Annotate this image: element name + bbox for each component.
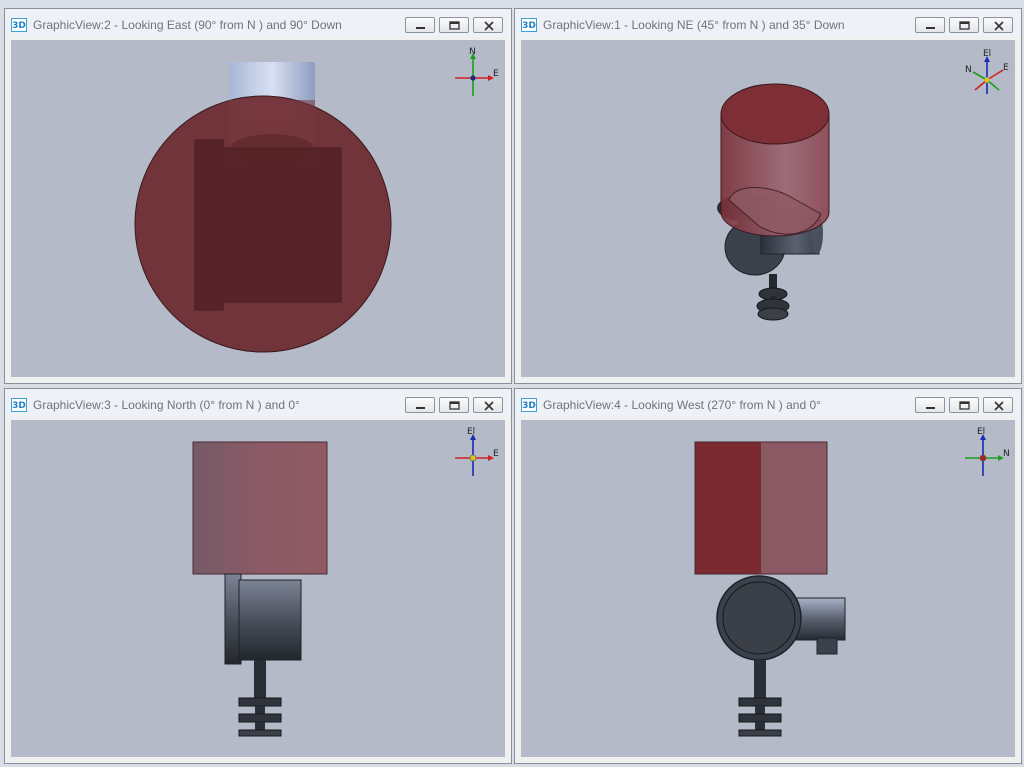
svg-text:N: N	[1003, 449, 1010, 459]
model-west-elevation	[694, 441, 846, 737]
svg-text:E: E	[493, 449, 499, 459]
orientation-triad-icon: N E	[455, 47, 499, 96]
close-icon	[484, 21, 494, 31]
minimize-button[interactable]	[405, 397, 435, 413]
3d-view-icon: 3D	[521, 398, 537, 412]
minimize-icon	[926, 27, 935, 29]
orientation-triad-icon: El N	[965, 427, 1010, 476]
svg-text:El: El	[467, 427, 475, 437]
minimize-icon	[416, 407, 425, 409]
view-title: GraphicView:2 - Looking East (90° from N…	[33, 18, 342, 32]
close-icon	[484, 401, 494, 411]
restore-icon	[449, 21, 460, 30]
minimize-button[interactable]	[405, 17, 435, 33]
graphic-viewport[interactable]: El N	[521, 420, 1015, 757]
3d-view-icon: 3D	[521, 18, 537, 32]
model-north-elevation	[192, 441, 328, 737]
close-button[interactable]	[473, 397, 503, 413]
close-button[interactable]	[983, 17, 1013, 33]
graphic-view-4-pane: 3D GraphicView:4 - Looking West (270° fr…	[514, 388, 1022, 764]
minimize-icon	[926, 407, 935, 409]
svg-text:El: El	[977, 427, 985, 437]
graphic-view-1-pane: 3D GraphicView:1 - Looking NE (45° from …	[514, 8, 1022, 384]
view-title: GraphicView:4 - Looking West (270° from …	[543, 398, 821, 412]
restore-icon	[959, 21, 970, 30]
restore-button[interactable]	[949, 397, 979, 413]
model-plan-view	[134, 62, 392, 353]
3d-view-icon: 3D	[11, 398, 27, 412]
restore-button[interactable]	[439, 397, 469, 413]
3d-view-icon: 3D	[11, 18, 27, 32]
restore-icon	[449, 401, 460, 410]
minimize-button[interactable]	[915, 17, 945, 33]
graphic-viewport[interactable]: El E	[11, 420, 505, 757]
graphic-view-3-pane: 3D GraphicView:3 - Looking North (0° fro…	[4, 388, 512, 764]
view-title: GraphicView:1 - Looking NE (45° from N )…	[543, 18, 845, 32]
close-icon	[994, 401, 1004, 411]
close-button[interactable]	[473, 17, 503, 33]
view-titlebar[interactable]: 3D GraphicView:1 - Looking NE (45° from …	[515, 9, 1021, 37]
svg-text:N: N	[469, 47, 476, 57]
minimize-icon	[416, 27, 425, 29]
svg-text:El: El	[983, 49, 991, 59]
restore-icon	[959, 401, 970, 410]
close-button[interactable]	[983, 397, 1013, 413]
restore-button[interactable]	[949, 17, 979, 33]
close-icon	[994, 21, 1004, 31]
graphic-viewport[interactable]: N E	[11, 40, 505, 377]
model-isometric-view	[717, 83, 830, 321]
svg-text:E: E	[1003, 63, 1009, 73]
view-titlebar[interactable]: 3D GraphicView:3 - Looking North (0° fro…	[5, 389, 511, 417]
svg-text:E: E	[493, 69, 499, 79]
graphic-viewport[interactable]: El N E	[521, 40, 1015, 377]
orientation-triad-icon: El N E	[965, 49, 1009, 94]
view-title: GraphicView:3 - Looking North (0° from N…	[33, 398, 300, 412]
view-titlebar[interactable]: 3D GraphicView:2 - Looking East (90° fro…	[5, 9, 511, 37]
restore-button[interactable]	[439, 17, 469, 33]
orientation-triad-icon: El E	[455, 427, 499, 476]
svg-text:N: N	[965, 65, 972, 75]
view-titlebar[interactable]: 3D GraphicView:4 - Looking West (270° fr…	[515, 389, 1021, 417]
graphic-view-2-pane: 3D GraphicView:2 - Looking East (90° fro…	[4, 8, 512, 384]
minimize-button[interactable]	[915, 397, 945, 413]
